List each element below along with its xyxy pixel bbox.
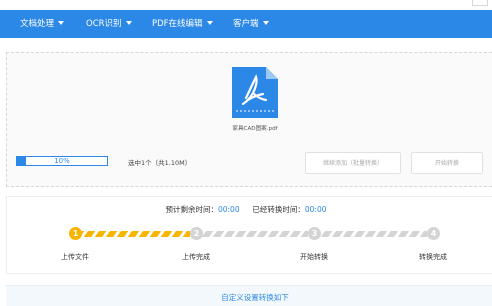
time-status: 预计剩余时间：00:00 已经转换时间：00:00 — [0, 204, 492, 215]
step-1-circle: 1 — [69, 227, 82, 240]
start-convert-button[interactable]: 开始转换 — [411, 152, 483, 174]
nav-item-pdf-edit[interactable]: PDF在线编辑 — [152, 10, 213, 38]
top-navbar: 文档处理 OCR识别 PDF在线编辑 客户端 — [0, 10, 492, 38]
caret-down-icon — [206, 21, 213, 25]
step-4-label: 转换完成 — [419, 253, 447, 261]
progress-text: 10% — [54, 157, 70, 165]
elapsed-value: 00:00 — [304, 205, 327, 214]
step-connector-1 — [80, 231, 190, 237]
selected-info: 选中1个（共1.10M） — [128, 159, 192, 167]
nav-item-ocr[interactable]: OCR识别 — [86, 10, 132, 38]
nav-item-label: PDF在线编辑 — [152, 19, 203, 29]
step-connector-3 — [321, 231, 427, 237]
file-name: 家具CAD图案.pdf — [232, 126, 278, 132]
remaining-value: 00:00 — [217, 205, 240, 214]
nav-item-client[interactable]: 客户端 — [233, 10, 269, 38]
nav-item-document[interactable]: 文档处理 — [20, 10, 65, 38]
caret-down-icon — [125, 21, 132, 25]
step-2-label: 上传完成 — [182, 253, 210, 261]
caret-down-icon — [58, 21, 65, 25]
caret-down-icon — [262, 21, 269, 25]
step-3-circle: 3 — [308, 227, 321, 240]
add-files-button[interactable]: 继续添加（批量转换） — [305, 152, 401, 174]
step-connector-2 — [202, 231, 308, 237]
elapsed-label: 已经转换时间： — [252, 205, 305, 214]
remaining-label: 预计剩余时间： — [165, 205, 218, 214]
corner-box — [472, 0, 488, 6]
pdf-file-icon — [232, 67, 278, 118]
step-3-label: 开始转换 — [300, 253, 328, 261]
top-strip — [0, 0, 492, 10]
nav-item-label: 客户端 — [233, 19, 259, 29]
step-1-label: 上传文件 — [61, 253, 89, 261]
custom-settings-link[interactable]: 自定义设置转换如下 — [0, 292, 492, 303]
nav-item-label: OCR识别 — [86, 19, 122, 29]
step-4-circle: 4 — [427, 227, 440, 240]
progress-bar: 10% — [16, 156, 108, 166]
step-2-circle: 2 — [190, 227, 203, 240]
nav-item-label: 文档处理 — [20, 19, 55, 29]
